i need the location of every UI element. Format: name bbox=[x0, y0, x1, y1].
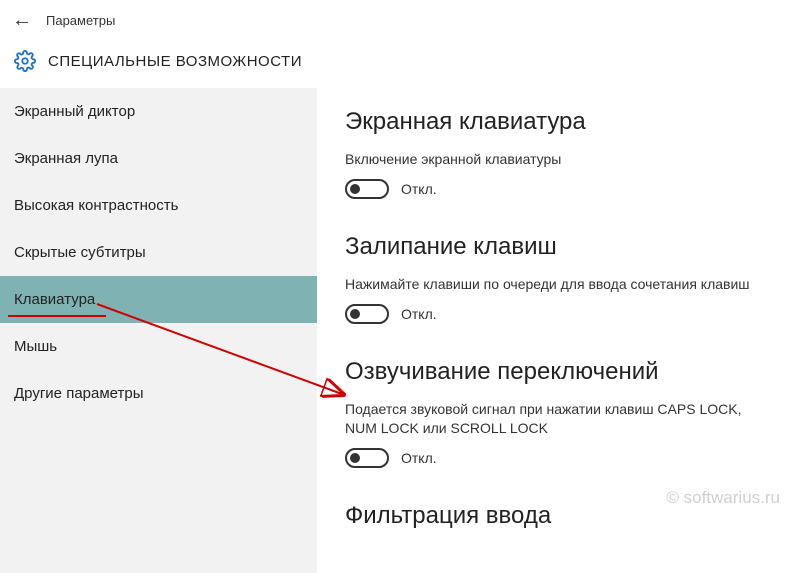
watermark: © softwarius.ru bbox=[666, 488, 780, 508]
toggle-state: Откл. bbox=[401, 306, 437, 322]
category-title: СПЕЦИАЛЬНЫЕ ВОЗМОЖНОСТИ bbox=[48, 53, 302, 70]
setting-label: Включение экранной клавиатуры bbox=[345, 150, 772, 169]
gear-icon bbox=[14, 50, 36, 72]
sidebar-item-narrator[interactable]: Экранный диктор bbox=[0, 88, 317, 135]
sidebar-item-label: Клавиатура bbox=[14, 291, 95, 308]
section-title-toggle-keys: Озвучивание переключений bbox=[345, 358, 772, 386]
sidebar-item-keyboard[interactable]: Клавиатура bbox=[0, 276, 317, 323]
sidebar-item-closed-captions[interactable]: Скрытые субтитры bbox=[0, 229, 317, 276]
toggle-state: Откл. bbox=[401, 450, 437, 466]
sidebar-item-mouse[interactable]: Мышь bbox=[0, 323, 317, 370]
setting-label: Подается звуковой сигнал при нажатии кла… bbox=[345, 400, 772, 438]
sidebar: Экранный диктор Экранная лупа Высокая ко… bbox=[0, 88, 317, 573]
sidebar-item-label: Высокая контрастность bbox=[14, 197, 178, 214]
setting-label: Нажимайте клавиши по очереди для ввода с… bbox=[345, 275, 772, 294]
toggle-state: Откл. bbox=[401, 181, 437, 197]
sidebar-item-other[interactable]: Другие параметры bbox=[0, 370, 317, 417]
sidebar-item-label: Другие параметры bbox=[14, 385, 144, 402]
sidebar-item-label: Скрытые субтитры bbox=[14, 244, 146, 261]
sidebar-item-label: Экранный диктор bbox=[14, 103, 135, 120]
annotation-underline bbox=[8, 315, 106, 317]
section-title-onscreen-keyboard: Экранная клавиатура bbox=[345, 108, 772, 136]
app-title: Параметры bbox=[46, 13, 115, 28]
sidebar-item-label: Мышь bbox=[14, 338, 57, 355]
toggle-onscreen-keyboard[interactable] bbox=[345, 179, 389, 199]
toggle-sticky-keys[interactable] bbox=[345, 304, 389, 324]
section-title-sticky-keys: Залипание клавиш bbox=[345, 233, 772, 261]
sidebar-item-high-contrast[interactable]: Высокая контрастность bbox=[0, 182, 317, 229]
sidebar-item-magnifier[interactable]: Экранная лупа bbox=[0, 135, 317, 182]
toggle-toggle-keys[interactable] bbox=[345, 448, 389, 468]
back-button[interactable]: ← bbox=[12, 10, 32, 30]
sidebar-item-label: Экранная лупа bbox=[14, 150, 118, 167]
